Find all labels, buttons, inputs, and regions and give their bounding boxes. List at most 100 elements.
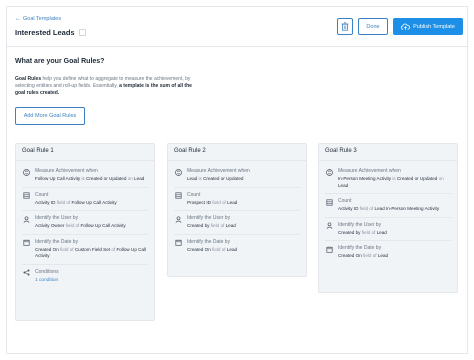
count-value: Prospect ID field of Lead — [187, 200, 300, 207]
count-value: Activity ID field of Follow Up Call Acti… — [35, 200, 148, 207]
delete-button[interactable] — [337, 18, 353, 35]
goal-rule-title: Goal Rule 1 — [16, 144, 154, 161]
measure-title: Measure Achievement when — [338, 168, 401, 174]
goal-rule-title: Goal Rule 2 — [168, 144, 306, 161]
count-field: Activity ID — [35, 199, 56, 205]
measure-icon — [22, 168, 30, 176]
date-fieldset: Custom Field Set — [74, 246, 111, 252]
date-value: Created On field of Lead — [338, 253, 451, 260]
calendar-icon — [325, 245, 333, 253]
user-entity: Lead — [376, 229, 387, 235]
date-title: Identify the Date by — [35, 238, 79, 245]
goal-rule-card-1[interactable]: Goal Rule 1 Measure Achievement when Fol… — [15, 143, 155, 321]
measure-on: on — [126, 176, 135, 181]
template-name[interactable]: Interested Leads — [15, 28, 75, 37]
back-to-goal-templates-link[interactable]: ← Goal Templates — [15, 16, 61, 22]
measure-title: Measure Achievement when — [187, 168, 250, 174]
date-field-of: field of — [58, 246, 75, 252]
add-more-goal-rules-button[interactable]: Add More Goal Rules — [15, 107, 85, 125]
user-field-of: field of — [209, 223, 226, 228]
goal-rule-card-3[interactable]: Goal Rule 3 Measure Achievement when In-… — [318, 143, 458, 293]
measure-target: Lead — [134, 176, 145, 181]
goal-rule-card-2[interactable]: Goal Rule 2 Measure Achievement when Lea… — [167, 143, 307, 277]
measure-value: In-Person Meeting Activity is Created or… — [338, 176, 451, 189]
desc-lead: Goal Rules — [15, 76, 42, 82]
done-button[interactable]: Done — [358, 18, 388, 35]
goal-rule-title: Goal Rule 3 — [319, 144, 457, 161]
user-title: Identify the User by — [35, 215, 79, 221]
publish-template-button[interactable]: Publish Template — [393, 18, 463, 35]
goal-rules-description: Goal Rules help you define what to aggre… — [15, 76, 195, 97]
measure-section: Measure Achievement when In-Person Meeti… — [325, 164, 451, 194]
count-field: Prospect ID — [187, 199, 211, 205]
date-field: Created On — [187, 246, 211, 252]
user-value: Created by field of Lead — [338, 230, 451, 237]
user-section: Identify the User by Created by field of… — [174, 211, 300, 235]
calendar-icon — [22, 239, 30, 247]
user-entity: Lead — [225, 223, 236, 228]
database-icon — [325, 198, 333, 206]
database-icon — [22, 192, 30, 200]
date-section: Identify the Date by Created On field of… — [325, 241, 451, 264]
count-field-of: field of — [358, 206, 375, 211]
measure-action: Created or Updated — [396, 176, 438, 181]
user-title: Identify the User by — [338, 221, 382, 228]
count-title: Count — [187, 191, 201, 198]
database-icon — [174, 192, 182, 200]
count-value: Activity ID field of Lead In-Person Meet… — [338, 206, 451, 213]
measure-section: Measure Achievement when Follow Up Call … — [22, 164, 148, 188]
date-field: Created On — [35, 246, 59, 252]
measure-title: Measure Achievement when — [35, 168, 98, 174]
count-section: Count Activity ID field of Follow Up Cal… — [22, 188, 148, 211]
date-field: Created On — [338, 253, 362, 258]
date-title: Identify the Date by — [338, 245, 382, 251]
date-value: Created On field of Lead — [187, 247, 300, 254]
user-value: Created by field of Lead — [187, 223, 300, 230]
measure-entity: Follow Up Call Activity — [35, 176, 81, 181]
measure-value: Follow Up Call Activity is Created or Up… — [35, 176, 148, 183]
edit-name-icon[interactable] — [78, 29, 86, 36]
count-field-of: field of — [211, 199, 228, 205]
publish-label: Publish Template — [413, 23, 455, 30]
count-field: Activity ID — [338, 206, 359, 211]
count-title: Count — [35, 191, 49, 198]
measure-section: Measure Achievement when Lead is Created… — [174, 164, 300, 188]
user-field-of: field of — [360, 229, 377, 235]
user-section: Identify the User by Created by field of… — [325, 218, 451, 241]
cloud-upload-icon — [401, 23, 410, 30]
count-entity: Lead In-Person Meeting Activity — [374, 206, 440, 211]
user-icon — [325, 222, 333, 230]
conditions-title: Conditions — [35, 268, 59, 275]
date-title: Identify the Date by — [187, 238, 231, 245]
back-arrow-icon: ← — [15, 16, 21, 22]
user-entity: Follow Up Call Activity — [80, 223, 126, 228]
conditions-link[interactable]: 1 condition — [35, 277, 148, 284]
measure-icon — [325, 168, 333, 176]
conditions-section: Conditions 1 condition — [22, 265, 148, 288]
measure-entity: Lead — [187, 176, 198, 181]
share-icon — [22, 269, 30, 277]
measure-action: Created or Updated — [203, 176, 244, 181]
date-value: Created On field of Custom Field Set of … — [35, 247, 148, 260]
date-entity: Lead — [377, 253, 389, 258]
measure-entity: In-Person Meeting Activity — [338, 176, 392, 181]
goal-rules-heading: What are your Goal Rules? — [15, 58, 105, 65]
count-section: Count Activity ID field of Lead In-Perso… — [325, 194, 451, 218]
count-section: Count Prospect ID field of Lead — [174, 188, 300, 211]
count-entity: Follow Up Call Activity — [71, 199, 117, 205]
goal-template-editor: ← Goal Templates Interested Leads Done P… — [6, 6, 468, 354]
user-title: Identify the User by — [187, 215, 231, 221]
user-field-of: field of — [64, 223, 81, 228]
count-entity: Lead — [227, 199, 238, 205]
date-field-of: field of — [361, 253, 378, 258]
date-section: Identify the Date by Created On field of… — [22, 235, 148, 265]
measure-icon — [174, 168, 182, 176]
date-section: Identify the Date by Created On field of… — [174, 235, 300, 258]
trash-icon — [341, 22, 349, 31]
user-field: Created by — [338, 229, 361, 235]
user-icon — [174, 215, 182, 223]
user-value: Activity Owner field of Follow Up Call A… — [35, 223, 148, 230]
template-title: Interested Leads — [15, 28, 86, 37]
measure-action: Created or Updated — [86, 176, 127, 181]
user-icon — [22, 215, 30, 223]
